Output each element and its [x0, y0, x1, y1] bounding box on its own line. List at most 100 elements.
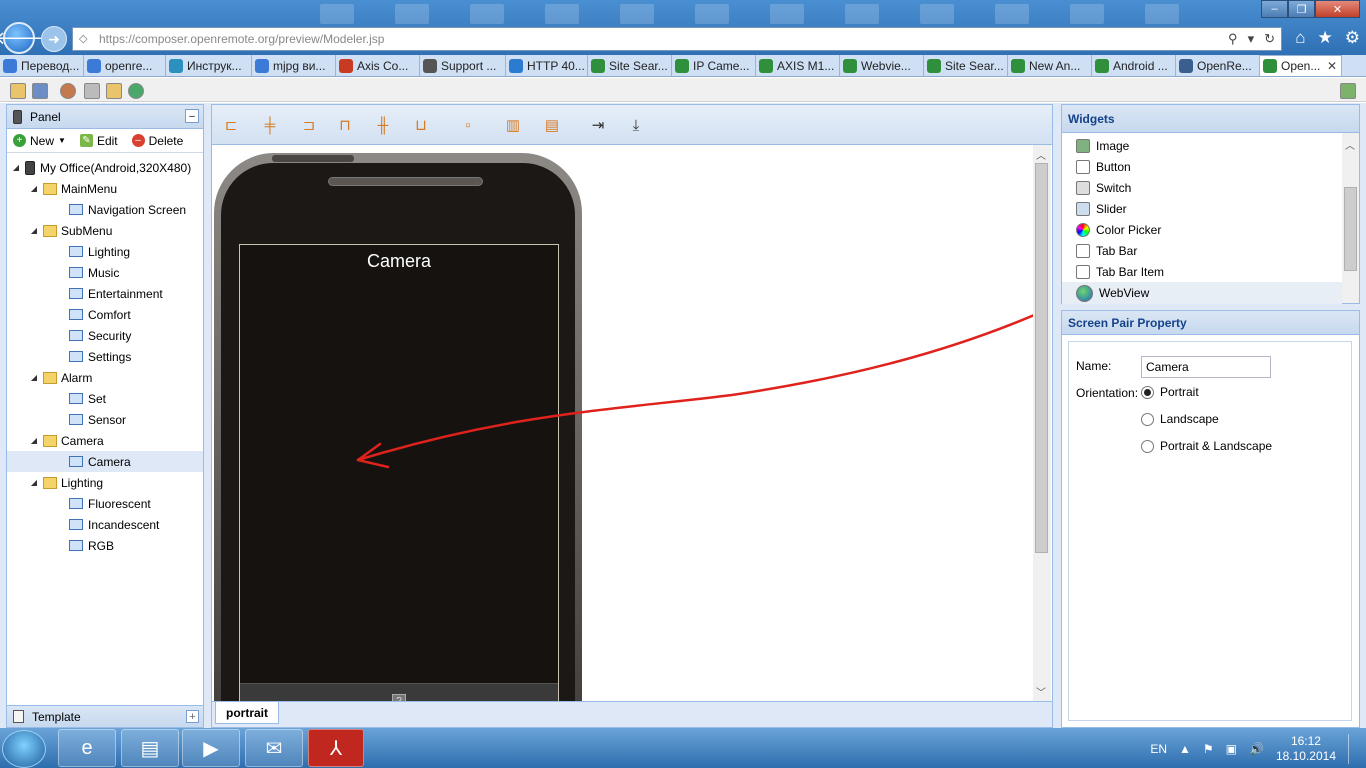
scrollbar-thumb[interactable] — [1035, 163, 1048, 553]
expand-template-button[interactable]: + — [186, 710, 199, 723]
radio-button[interactable] — [1141, 412, 1154, 426]
close-window-button[interactable]: ✕ — [1315, 0, 1360, 18]
center-horizontal-icon[interactable]: ⇥ — [587, 114, 609, 136]
orientation-option[interactable]: Landscape — [1141, 409, 1219, 429]
logout-icon[interactable] — [1340, 83, 1356, 99]
collapse-button[interactable]: – — [185, 109, 199, 123]
browser-tab[interactable]: Site Sear... — [588, 55, 672, 76]
tree-node[interactable]: Camera — [7, 451, 203, 472]
expand-toggle-icon[interactable]: ◢ — [29, 226, 39, 235]
browser-tab[interactable]: HTTP 40... — [506, 55, 588, 76]
name-field[interactable] — [1141, 356, 1271, 378]
tree-node[interactable]: ◢ SubMenu — [7, 220, 203, 241]
ui-designer-icon[interactable] — [32, 83, 48, 99]
file-explorer-icon[interactable]: ▤ — [121, 729, 179, 767]
home-folder-icon[interactable] — [10, 83, 26, 99]
tree-node[interactable]: RGB — [7, 535, 203, 556]
align-right-icon[interactable]: ⊐ — [298, 114, 320, 136]
align-center-icon[interactable]: ╪ — [259, 114, 281, 136]
browser-tab[interactable]: Webvie... — [840, 55, 924, 76]
tree-node[interactable]: Navigation Screen — [7, 199, 203, 220]
close-tab-icon[interactable]: ✕ — [1327, 59, 1337, 73]
radio-button[interactable] — [1141, 439, 1154, 453]
tree-node[interactable]: Fluorescent — [7, 493, 203, 514]
favorites-icon[interactable]: ★ — [1318, 28, 1333, 48]
sync-icon[interactable] — [128, 83, 144, 99]
browser-tab[interactable]: openre... — [84, 55, 166, 76]
show-hidden-icons-icon[interactable]: ▲ — [1179, 742, 1191, 756]
maximize-button[interactable]: ❐ — [1288, 0, 1315, 18]
settings-gear-icon[interactable]: ⚙ — [1345, 28, 1360, 48]
browser-tab[interactable]: AXIS M1... — [756, 55, 840, 76]
same-size-icon[interactable]: ▫ — [457, 114, 479, 136]
browser-tab[interactable]: mjpg ви... — [252, 55, 336, 76]
media-player-icon[interactable]: ▶ — [182, 729, 240, 767]
tree-node[interactable]: Lighting — [7, 241, 203, 262]
delete-button[interactable]: – Delete — [131, 134, 183, 148]
tree-node[interactable]: ◢ My Office(Android,320X480) — [7, 157, 203, 178]
orientation-option[interactable]: Portrait & Landscape — [1141, 436, 1272, 456]
widget-item[interactable]: Color Picker — [1076, 220, 1161, 240]
pdf-reader-icon[interactable]: ⅄ — [308, 729, 364, 767]
scrollbar-thumb[interactable] — [1344, 187, 1357, 271]
widgets-scrollbar[interactable]: ︿ — [1342, 133, 1359, 303]
tree-node[interactable]: Comfort — [7, 304, 203, 325]
browser-tab[interactable]: Open... ✕ — [1260, 55, 1342, 76]
expand-toggle-icon[interactable]: ◢ — [29, 478, 39, 487]
widget-item[interactable]: Slider — [1076, 199, 1127, 219]
tree-node[interactable]: ◢ Lighting — [7, 472, 203, 493]
scroll-up-icon[interactable]: ︿ — [1345, 137, 1355, 152]
save-icon[interactable] — [84, 83, 100, 99]
browser-tab[interactable]: New An... — [1008, 55, 1092, 76]
align-left-icon[interactable]: ⊏ — [220, 114, 242, 136]
scroll-down-icon[interactable]: ﹀ — [1036, 684, 1046, 699]
browser-tab[interactable]: Android ... — [1092, 55, 1176, 76]
browser-tab[interactable]: Support ... — [420, 55, 506, 76]
tree-node[interactable]: Settings — [7, 346, 203, 367]
browser-tab[interactable]: Site Sear... — [924, 55, 1008, 76]
action-center-icon[interactable]: ⚑ — [1203, 742, 1214, 756]
widget-item[interactable]: Switch — [1076, 178, 1131, 198]
home-icon[interactable]: ⌂ — [1295, 28, 1305, 48]
network-icon[interactable]: ▣ — [1226, 742, 1237, 756]
volume-icon[interactable]: 🔊 — [1249, 742, 1264, 756]
show-desktop-button[interactable] — [1348, 734, 1358, 764]
browser-tab[interactable]: Инструк... — [166, 55, 252, 76]
address-bar[interactable]: ◇ https://composer.openremote.org/previe… — [72, 27, 1282, 51]
distribute-vertical-icon[interactable]: ▤ — [541, 114, 563, 136]
tree-node[interactable]: Incandescent — [7, 514, 203, 535]
orientation-option[interactable]: Portrait — [1141, 382, 1199, 402]
tree-node[interactable]: Set — [7, 388, 203, 409]
search-icon[interactable]: ⚲ — [1228, 31, 1238, 47]
widget-item[interactable]: Tab Bar Item — [1076, 262, 1164, 282]
tree-node[interactable]: Sensor — [7, 409, 203, 430]
forward-button[interactable]: ➜ — [41, 26, 67, 52]
tree-node[interactable]: ◢ MainMenu — [7, 178, 203, 199]
browser-tab[interactable]: Axis Co... — [336, 55, 420, 76]
open-folder-icon[interactable] — [106, 83, 122, 99]
radio-button[interactable] — [1141, 385, 1154, 399]
browser-tab[interactable]: IP Came... — [672, 55, 756, 76]
tree-node[interactable]: ◢ Camera — [7, 430, 203, 451]
scroll-up-icon[interactable]: ︿ — [1036, 147, 1046, 162]
template-panel-header[interactable]: Template + — [7, 705, 203, 727]
browser-tab[interactable]: OpenRe... — [1176, 55, 1260, 76]
tree-node[interactable]: Security — [7, 325, 203, 346]
align-middle-icon[interactable]: ╫ — [372, 114, 394, 136]
minimize-button[interactable]: – — [1261, 0, 1288, 18]
tree-node[interactable]: Entertainment — [7, 283, 203, 304]
tree-node[interactable]: Music — [7, 262, 203, 283]
expand-toggle-icon[interactable]: ◢ — [29, 184, 39, 193]
user-icon[interactable] — [60, 83, 76, 99]
expand-toggle-icon[interactable]: ◢ — [29, 436, 39, 445]
distribute-horizontal-icon[interactable]: ▥ — [502, 114, 524, 136]
browser-tab[interactable]: Перевод... — [0, 55, 84, 76]
tree-node[interactable]: ◢ Alarm — [7, 367, 203, 388]
edit-button[interactable]: ✎ Edit — [79, 134, 118, 148]
language-indicator[interactable]: EN — [1150, 742, 1167, 756]
outlook-icon[interactable]: ✉ — [245, 729, 303, 767]
design-canvas[interactable]: Camera ? — [212, 145, 1034, 701]
align-bottom-icon[interactable]: ⊔ — [410, 114, 432, 136]
tab-portrait[interactable]: portrait — [215, 702, 279, 724]
clock[interactable]: 16:12 18.10.2014 — [1276, 734, 1336, 764]
